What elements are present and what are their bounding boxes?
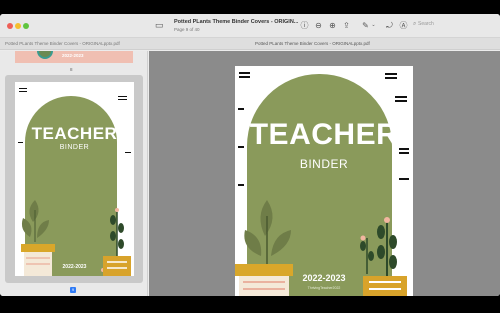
- thumbnail-page-8[interactable]: 2022-2023: [15, 51, 133, 63]
- search-input[interactable]: Search: [418, 21, 434, 27]
- thumbnail-selection[interactable]: TEACHER BINDER 2022-2023: [5, 75, 143, 283]
- cover-year: 2022-2023: [302, 273, 346, 283]
- screen-bottom-bar: [0, 296, 500, 313]
- pattern-dash: [385, 77, 397, 79]
- thumbnail-page-9[interactable]: TEACHER BINDER 2022-2023: [15, 82, 134, 276]
- pattern-dash: [239, 76, 250, 78]
- document-view[interactable]: TEACHER BINDER 2022-2023 ThrivingTeacher…: [149, 51, 500, 296]
- decorative-circle: [37, 51, 53, 59]
- pattern-dash: [399, 152, 409, 154]
- zoom-out-icon[interactable]: ⊖: [314, 21, 323, 30]
- cover-shop-credit: ThrivingTeacher2022: [307, 286, 341, 290]
- highlight-icon[interactable]: Ⓐ: [399, 21, 408, 30]
- pattern-dash: [125, 152, 131, 153]
- thumbnail-year: 2022-2023: [62, 53, 84, 58]
- rotate-icon[interactable]: ⤾: [385, 21, 394, 30]
- thumbnail-cover-title: TEACHER: [31, 124, 118, 143]
- pattern-dash: [19, 91, 27, 92]
- thumbnail-cover-year: 2022-2023: [62, 264, 87, 270]
- info-icon[interactable]: ⓘ: [300, 21, 309, 30]
- pattern-dash: [19, 88, 27, 89]
- pattern-dash: [239, 72, 250, 74]
- thumbnail-cover-subtitle: BINDER: [59, 144, 90, 151]
- preview-window: ▭ Potted PLants Theme Binder Covers - OR…: [0, 14, 500, 296]
- cover-subtitle: BINDER: [299, 157, 349, 171]
- thumbnail-sidebar: 2022-2023 8 TEACHER BINDER 2022-2023 9: [0, 51, 148, 296]
- page-number-8: 8: [70, 67, 73, 72]
- minimize-window-button[interactable]: [15, 23, 21, 29]
- cover-page: TEACHER BINDER 2022-2023 ThrivingTeacher…: [235, 66, 413, 296]
- pattern-dash: [238, 108, 244, 110]
- search-icon[interactable]: ⌕: [413, 21, 416, 28]
- chevron-down-icon[interactable]: ⌄: [369, 21, 378, 30]
- pattern-dash: [395, 100, 407, 102]
- document-tab-inactive[interactable]: Potted PLants Theme Binder Covers - ORIG…: [5, 41, 120, 46]
- pattern-dash: [385, 73, 397, 75]
- zoom-in-icon[interactable]: ⊕: [328, 21, 337, 30]
- document-tab-active[interactable]: Potted PLants Theme Binder Covers - ORIG…: [255, 41, 370, 46]
- cover-title: TEACHER: [249, 118, 399, 151]
- tab-strip: Potted PLants Theme Binder Covers - ORIG…: [0, 38, 500, 50]
- fullscreen-window-button[interactable]: [23, 23, 29, 29]
- page-number-9: 9: [70, 287, 76, 293]
- page-indicator: Page 9 of 40: [174, 27, 200, 32]
- close-window-button[interactable]: [7, 23, 13, 29]
- toolbar: ▭ Potted PLants Theme Binder Covers - OR…: [0, 14, 500, 38]
- pattern-dash: [395, 96, 407, 98]
- share-icon[interactable]: ⇪: [342, 21, 351, 30]
- sidebar-toggle-icon[interactable]: ▭: [155, 20, 167, 30]
- pattern-dash: [118, 96, 127, 97]
- window-title: Potted PLants Theme Binder Covers - ORIG…: [174, 19, 299, 25]
- potted-plants-illustration: [21, 200, 131, 276]
- pattern-dash: [118, 99, 127, 100]
